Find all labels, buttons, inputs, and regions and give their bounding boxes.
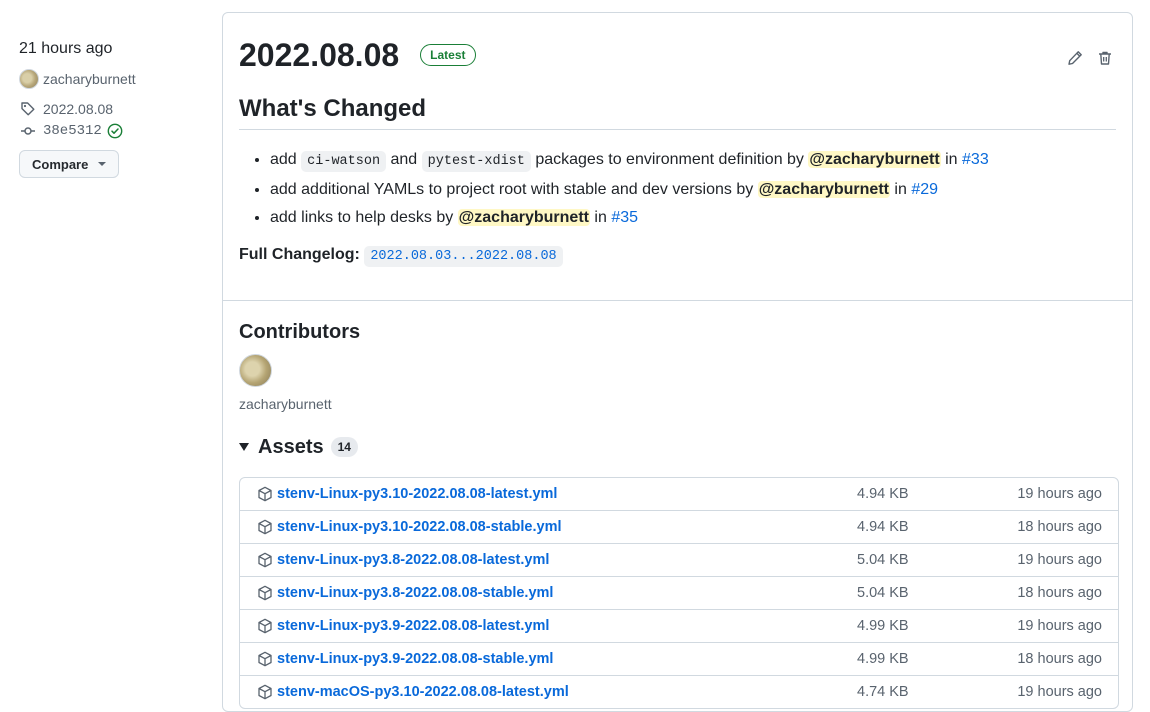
- asset-row: stenv-Linux-py3.9-2022.08.08-stable.yml 4…: [240, 642, 1118, 675]
- asset-row: stenv-macOS-py3.10-2022.08.08-latest.yml…: [240, 675, 1118, 708]
- asset-link[interactable]: stenv-Linux-py3.8-2022.08.08-latest.yml: [277, 552, 549, 568]
- asset-size: 4.99 KB: [857, 651, 909, 667]
- release-body: 2022.08.08 Latest What's Changed add ci-…: [223, 13, 1132, 301]
- contributor-avatar[interactable]: [239, 354, 272, 387]
- change-item: add links to help desks by @zacharyburne…: [270, 204, 989, 232]
- pr-link[interactable]: #33: [962, 151, 989, 168]
- release-sidebar: 21 hours ago zacharyburnett 2022.08.08 3…: [19, 38, 209, 178]
- change-item: add additional YAMLs to project root wit…: [270, 176, 989, 204]
- asset-size: 5.04 KB: [857, 552, 909, 568]
- package-icon: [257, 651, 273, 667]
- commit-icon: [19, 122, 37, 140]
- asset-row: stenv-Linux-py3.8-2022.08.08-stable.yml 5…: [240, 576, 1118, 609]
- tag-link[interactable]: 2022.08.08: [43, 101, 113, 117]
- asset-row: stenv-Linux-py3.10-2022.08.08-latest.yml…: [240, 478, 1118, 510]
- release-title[interactable]: 2022.08.08: [239, 35, 399, 75]
- pr-link[interactable]: #35: [611, 209, 638, 226]
- pencil-icon[interactable]: [1066, 49, 1084, 67]
- asset-size: 4.94 KB: [857, 519, 909, 535]
- release-actions: [1066, 49, 1114, 67]
- full-changelog-sep: :: [354, 246, 360, 263]
- compare-button[interactable]: Compare: [19, 150, 120, 178]
- asset-link[interactable]: stenv-Linux-py3.10-2022.08.08-latest.yml: [277, 486, 557, 502]
- author-link[interactable]: zacharyburnett: [43, 71, 136, 87]
- package-icon: [257, 618, 273, 634]
- assets-count-badge: 14: [330, 437, 358, 457]
- asset-size: 5.04 KB: [857, 585, 909, 601]
- change-text: packages to environment definition by: [530, 151, 809, 168]
- package-icon: [257, 519, 273, 535]
- commit-link[interactable]: 38e5312: [43, 123, 102, 139]
- asset-row: stenv-Linux-py3.8-2022.08.08-latest.yml 5…: [240, 543, 1118, 576]
- commit-row[interactable]: 38e5312: [19, 120, 209, 142]
- inline-code: ci-watson: [301, 151, 387, 172]
- author-row[interactable]: zacharyburnett: [19, 68, 209, 90]
- tag-icon: [19, 100, 37, 118]
- asset-time: 18 hours ago: [1017, 651, 1102, 667]
- change-text: in: [940, 151, 963, 168]
- asset-row: stenv-Linux-py3.10-2022.08.08-stable.yml…: [240, 510, 1118, 543]
- whats-changed-heading: What's Changed: [239, 93, 1116, 130]
- contributor-name[interactable]: zacharyburnett: [239, 396, 332, 412]
- triangle-down-icon: [239, 443, 249, 451]
- user-mention[interactable]: @zacharyburnett: [808, 151, 941, 168]
- asset-time: 19 hours ago: [1017, 684, 1102, 700]
- change-text: in: [589, 209, 612, 226]
- compare-button-label: Compare: [32, 156, 89, 172]
- change-text: in: [889, 181, 912, 198]
- package-icon: [257, 486, 273, 502]
- package-icon: [257, 684, 273, 700]
- tag-row[interactable]: 2022.08.08: [19, 98, 209, 120]
- change-text: add additional YAMLs to project root wit…: [270, 181, 758, 198]
- asset-size: 4.99 KB: [857, 618, 909, 634]
- user-mention[interactable]: @zacharyburnett: [757, 181, 890, 198]
- asset-size: 4.74 KB: [857, 684, 909, 700]
- change-text: add: [270, 151, 302, 168]
- pr-link[interactable]: #29: [911, 181, 938, 198]
- asset-link[interactable]: stenv-Linux-py3.8-2022.08.08-stable.yml: [277, 585, 553, 601]
- asset-link[interactable]: stenv-Linux-py3.9-2022.08.08-latest.yml: [277, 618, 549, 634]
- asset-time: 19 hours ago: [1017, 486, 1102, 502]
- release-card: 2022.08.08 Latest What's Changed add ci-…: [222, 12, 1133, 712]
- change-item: add ci-watson and pytest-xdist packages …: [270, 146, 989, 176]
- asset-size: 4.94 KB: [857, 486, 909, 502]
- asset-time: 19 hours ago: [1017, 552, 1102, 568]
- asset-time: 18 hours ago: [1017, 585, 1102, 601]
- author-avatar[interactable]: [19, 69, 39, 89]
- change-text: and: [386, 151, 422, 168]
- change-text: add links to help desks by: [270, 209, 458, 226]
- trash-icon[interactable]: [1096, 49, 1114, 67]
- user-mention[interactable]: @zacharyburnett: [457, 209, 590, 226]
- contributors-heading: Contributors: [239, 321, 361, 343]
- full-changelog-link[interactable]: 2022.08.03...2022.08.08: [364, 246, 563, 267]
- asset-link[interactable]: stenv-Linux-py3.10-2022.08.08-stable.yml: [277, 519, 562, 535]
- asset-row: stenv-Linux-py3.9-2022.08.08-latest.yml 4…: [240, 609, 1118, 642]
- changes-list: add ci-watson and pytest-xdist packages …: [239, 146, 989, 232]
- asset-link[interactable]: stenv-Linux-py3.9-2022.08.08-stable.yml: [277, 651, 553, 667]
- package-icon: [257, 552, 273, 568]
- asset-link[interactable]: stenv-macOS-py3.10-2022.08.08-latest.yml: [277, 684, 569, 700]
- full-changelog-label: Full Changelog: [239, 246, 355, 263]
- chevron-down-icon: [98, 162, 107, 166]
- inline-code: pytest-xdist: [421, 151, 531, 172]
- verified-check-icon[interactable]: [106, 122, 124, 140]
- latest-badge: Latest: [420, 44, 476, 66]
- package-icon: [257, 585, 273, 601]
- asset-time: 19 hours ago: [1017, 618, 1102, 634]
- release-title-row: 2022.08.08 Latest: [239, 35, 476, 75]
- asset-time: 18 hours ago: [1017, 519, 1102, 535]
- full-changelog: Full Changelog: 2022.08.03...2022.08.08: [239, 241, 563, 271]
- assets-heading: Assets: [258, 436, 324, 458]
- release-time: 21 hours ago: [19, 40, 113, 57]
- assets-toggle[interactable]: Assets 14: [239, 433, 358, 461]
- asset-list: stenv-Linux-py3.10-2022.08.08-latest.yml…: [239, 477, 1119, 709]
